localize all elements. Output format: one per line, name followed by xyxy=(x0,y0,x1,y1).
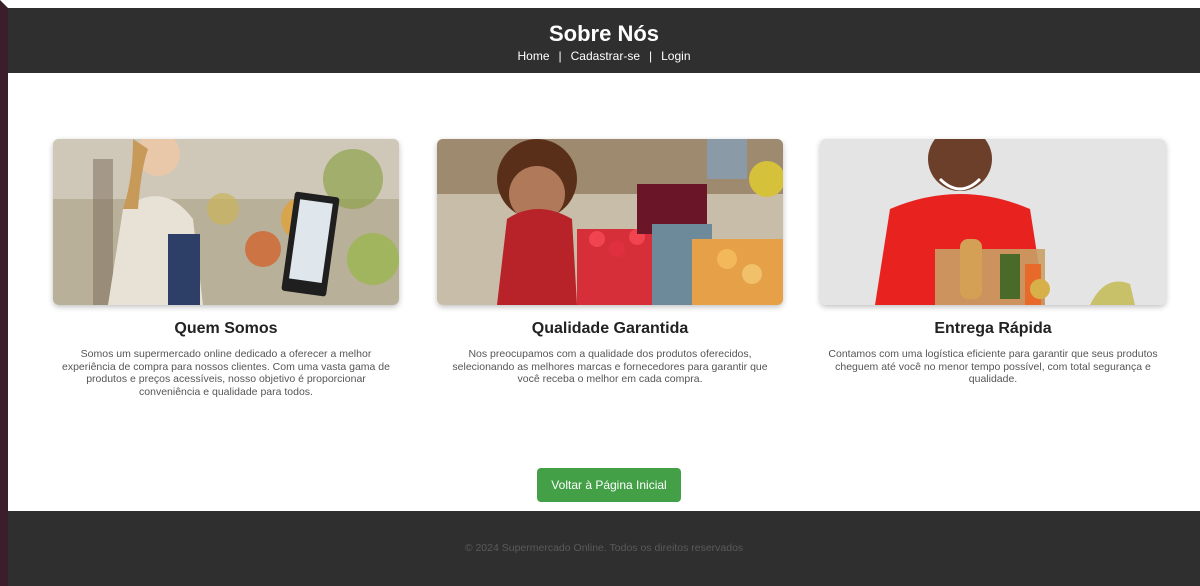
site-footer: © 2024 Supermercado Online. Todos os dir… xyxy=(8,511,1200,586)
footer-copyright: © 2024 Supermercado Online. Todos os dir… xyxy=(464,542,744,554)
nav-separator: | xyxy=(558,49,562,63)
card-text: Somos um supermercado online dedicado a … xyxy=(61,348,390,398)
card-image-cashier xyxy=(53,139,399,305)
site-header: Sobre Nós Home | Cadastrar-se | Login xyxy=(8,8,1200,73)
page-title: Sobre Nós xyxy=(548,21,660,46)
back-to-home-button[interactable]: Voltar à Página Inicial xyxy=(537,468,681,502)
card-text: Nos preocupamos com a qualidade dos prod… xyxy=(452,348,768,385)
card-image-market-stall xyxy=(437,139,783,305)
nav-home-link[interactable]: Home xyxy=(518,49,550,63)
nav-login-link[interactable]: Login xyxy=(661,49,690,63)
card-title: Quem Somos xyxy=(174,320,278,337)
card-quem-somos: Quem Somos Somos um supermercado online … xyxy=(53,139,399,398)
nav-register-link[interactable]: Cadastrar-se xyxy=(571,49,640,63)
about-cards: Quem Somos Somos um supermercado online … xyxy=(8,139,1200,439)
card-qualidade-garantida: Qualidade Garantida Nos preocupamos com … xyxy=(437,139,783,386)
card-text: Contamos com uma logística eficiente par… xyxy=(828,348,1158,385)
main-nav: Home | Cadastrar-se | Login xyxy=(8,49,1200,63)
card-title: Qualidade Garantida xyxy=(531,320,689,337)
nav-separator: | xyxy=(649,49,653,63)
card-entrega-rapida: Entrega Rápida Contamos com uma logístic… xyxy=(820,139,1166,386)
card-title: Entrega Rápida xyxy=(934,320,1052,337)
card-image-delivery-man xyxy=(820,139,1166,305)
